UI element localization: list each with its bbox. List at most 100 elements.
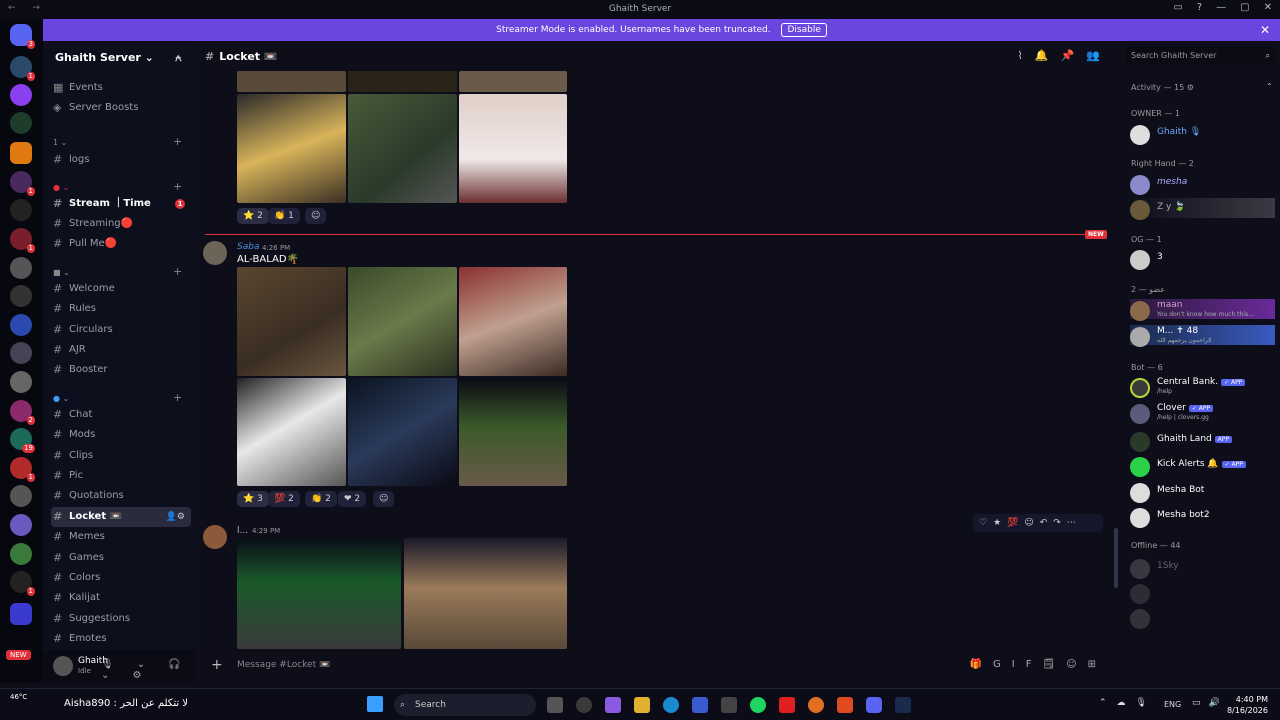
disable-button[interactable]: Disable (781, 23, 827, 37)
member[interactable]: Ghaith Land APP (1130, 430, 1275, 452)
add-reaction-button[interactable]: ☺ (373, 491, 395, 507)
copilot-icon[interactable] (605, 697, 621, 713)
server-icon[interactable] (10, 112, 32, 134)
photo[interactable] (404, 538, 567, 649)
help-icon[interactable]: ? (1197, 2, 1202, 13)
message-input[interactable]: Message #Locket 📼 (237, 660, 330, 670)
start-button[interactable] (367, 696, 383, 712)
reaction[interactable]: ⭐ 3 (237, 491, 269, 507)
photo[interactable] (237, 94, 346, 203)
discord-icon[interactable] (866, 697, 882, 713)
server-icon-ghaith[interactable]: 1 (10, 56, 35, 81)
server-icon[interactable] (10, 199, 32, 221)
server-icon[interactable]: 2 (10, 400, 35, 425)
member[interactable]: Z y 🍃 (1130, 198, 1275, 220)
channel-booster[interactable]: # Booster (51, 360, 191, 380)
photo[interactable] (348, 267, 457, 376)
member[interactable] (1130, 582, 1275, 604)
search-input[interactable]: Search Ghaith Server ⌕ (1126, 47, 1276, 65)
photo[interactable] (459, 378, 567, 486)
header-toolbar-icons[interactable]: ⌇🔔📌👥 (1018, 49, 1112, 62)
server-icon[interactable] (10, 485, 32, 507)
member[interactable]: Clover ✓ APP/help | clovers.gg (1130, 402, 1275, 424)
photo[interactable] (348, 378, 457, 486)
language-indicator[interactable]: ENG (1164, 700, 1181, 709)
add-channel-icon[interactable]: + (173, 265, 182, 278)
photo[interactable] (237, 267, 346, 376)
user-controls[interactable]: 🎙 ⌄ 🎧 ⌄ ⚙ (101, 659, 195, 681)
channel-pic[interactable]: # Pic (51, 466, 191, 486)
server-icon[interactable]: 1 (10, 171, 35, 196)
photo[interactable] (237, 71, 346, 92)
scrollbar[interactable] (1114, 528, 1118, 588)
member[interactable] (1130, 607, 1275, 629)
upload-icon[interactable]: + (211, 657, 223, 673)
channel-games[interactable]: # Games (51, 548, 191, 568)
member[interactable]: Mesha bot2 (1130, 506, 1275, 528)
photo[interactable] (459, 267, 567, 376)
folder-icon[interactable] (10, 603, 32, 625)
server-icon[interactable] (10, 543, 32, 565)
message-composer[interactable]: + Message #Locket 📼 🎁GIF🗒☺⊞ (203, 655, 1113, 677)
server-icon[interactable] (10, 342, 32, 364)
home-icon[interactable]: 3 (10, 24, 35, 49)
server-icon[interactable] (10, 257, 32, 279)
channel-clips[interactable]: # Clips (51, 446, 191, 466)
reaction[interactable]: ❤ 2 (338, 491, 367, 507)
server-icon[interactable]: 19 (10, 428, 35, 453)
edge-icon[interactable] (663, 697, 679, 713)
composer-icons[interactable]: 🎁GIF🗒☺⊞ (970, 659, 1107, 670)
channel-circulars[interactable]: # Circulars (51, 320, 191, 340)
category-white[interactable]: ■ ⌄ + (53, 265, 182, 278)
channel-memes[interactable]: # Memes (51, 527, 191, 547)
brave-icon[interactable] (837, 697, 853, 713)
system-tray-icons[interactable]: ⌃☁🎙 (1099, 698, 1157, 708)
app-icon[interactable] (808, 697, 824, 713)
add-reaction-button[interactable]: ☺ (305, 208, 327, 224)
server-icon[interactable]: 1 (10, 571, 35, 596)
reaction[interactable]: 👏 1 (268, 208, 300, 224)
channel-suggestions[interactable]: # Suggestions (51, 609, 191, 629)
taskbar-search[interactable]: ⌕ Search (394, 694, 536, 716)
invite-icon[interactable]: ⍲ (175, 51, 182, 65)
server-icon[interactable] (10, 371, 32, 393)
channel-stream-time[interactable]: # Stream ｜Time 1 (51, 194, 191, 214)
photo[interactable] (348, 94, 457, 203)
avatar[interactable] (203, 525, 227, 549)
message-hover-toolbar[interactable]: ♡★💯☺↶↷⋯ (973, 514, 1103, 532)
channel-logs[interactable]: # logs (51, 150, 191, 170)
reaction[interactable]: 👏 2 (305, 491, 337, 507)
member[interactable]: mesha (1130, 173, 1275, 195)
avatar[interactable] (203, 241, 227, 265)
channel-pull-me[interactable]: # Pull Me🔴 (51, 234, 191, 254)
channel-boosts[interactable]: ◈ Server Boosts (51, 98, 191, 118)
minimize-button[interactable]: — (1216, 2, 1226, 13)
message-author[interactable]: l... (237, 526, 248, 536)
channel-quotations[interactable]: # Quotations (51, 486, 191, 506)
add-channel-icon[interactable]: + (173, 180, 182, 193)
close-banner-icon[interactable]: ✕ (1260, 19, 1270, 41)
photo[interactable] (237, 378, 346, 486)
channel-locket[interactable]: # Locket 📼 👤⚙ (51, 507, 191, 527)
channel-kalijat[interactable]: # Kalijat (51, 588, 191, 608)
channel-streaming[interactable]: # Streaming🔴 (51, 214, 191, 234)
member[interactable]: 3 (1130, 248, 1275, 270)
file-explorer-icon[interactable] (634, 697, 650, 713)
photo[interactable] (237, 538, 401, 649)
category-1[interactable]: 1 ⌄ + (53, 135, 182, 148)
clock[interactable]: 4:40 PM 8/16/2026 (1224, 694, 1268, 716)
category-red[interactable]: ● ⌄ + (53, 180, 182, 193)
member[interactable]: Central Bank. ✓ APP/help (1130, 376, 1275, 398)
channel-welcome[interactable]: # Welcome (51, 279, 191, 299)
server-name[interactable]: Ghaith Server ⌄ ⍲ (55, 51, 182, 64)
message-author[interactable]: Saba (237, 242, 259, 252)
window-controls[interactable]: ▭? — ▢ ✕ (1173, 2, 1272, 13)
server-icon[interactable]: 1 (10, 228, 35, 253)
channel-settings-icon[interactable]: 👤⚙ (166, 507, 185, 527)
store-icon[interactable] (692, 697, 708, 713)
member[interactable]: M... ✝ 48 الراحمون يرحمهم الله (1130, 325, 1275, 347)
server-icon[interactable] (10, 84, 32, 106)
server-icon[interactable]: 1 (10, 457, 35, 482)
task-view-icon[interactable] (547, 697, 563, 713)
channel-colors[interactable]: # Colors (51, 568, 191, 588)
